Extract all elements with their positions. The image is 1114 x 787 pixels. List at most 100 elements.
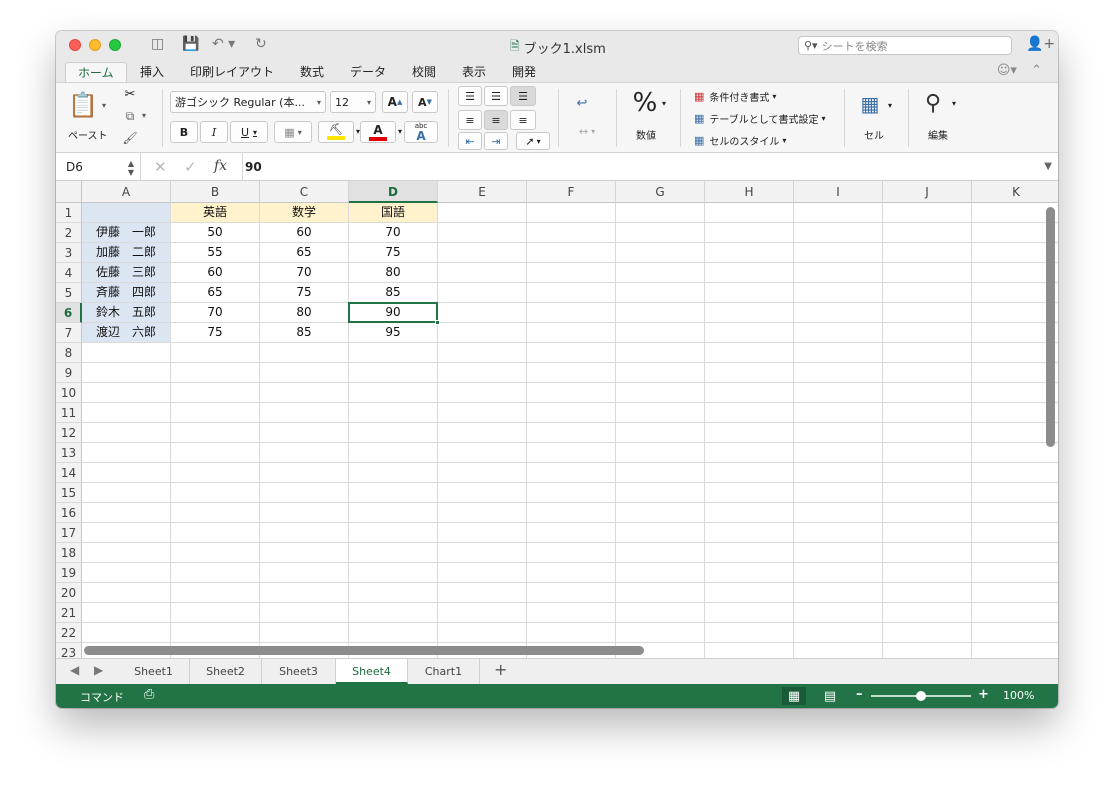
cell-f16[interactable] <box>527 503 616 523</box>
name-box-stepper-icon[interactable]: ▲ ▼ <box>128 153 134 177</box>
cell-g3[interactable] <box>616 243 705 263</box>
cell-j13[interactable] <box>883 443 972 463</box>
cell-k15[interactable] <box>972 483 1058 503</box>
tab-view[interactable]: 表示 <box>450 62 498 83</box>
tab-page-layout[interactable]: 印刷レイアウト <box>178 62 286 83</box>
cell-b12[interactable] <box>171 423 260 443</box>
cell-f3[interactable] <box>527 243 616 263</box>
cell-j10[interactable] <box>883 383 972 403</box>
cell-f1[interactable] <box>527 203 616 223</box>
cell-d8[interactable] <box>349 343 438 363</box>
cell-j21[interactable] <box>883 603 972 623</box>
find-magnifier-icon[interactable]: ⚲ <box>918 87 948 119</box>
column-header-d[interactable]: D <box>349 181 438 203</box>
percent-icon[interactable]: % <box>628 87 662 119</box>
cell-i7[interactable] <box>794 323 883 343</box>
row-header-3[interactable]: 3 <box>56 243 82 263</box>
smiley-feedback-icon[interactable]: ☺▾ <box>997 63 1017 78</box>
cell-c22[interactable] <box>260 623 349 643</box>
row-header-1[interactable]: 1 <box>56 203 82 223</box>
cell-b2[interactable]: 50 <box>171 223 260 243</box>
formula-cancel-icon[interactable]: ✕ <box>154 158 167 176</box>
cell-e4[interactable] <box>438 263 527 283</box>
row-header-7[interactable]: 7 <box>56 323 82 343</box>
cell-h2[interactable] <box>705 223 794 243</box>
cell-g8[interactable] <box>616 343 705 363</box>
cell-g6[interactable] <box>616 303 705 323</box>
sheet-search-input[interactable]: ⚲▾ シートを検索 <box>798 36 1012 55</box>
cell-h22[interactable] <box>705 623 794 643</box>
cell-f12[interactable] <box>527 423 616 443</box>
row-header-23[interactable]: 23 <box>56 643 82 658</box>
cell-i12[interactable] <box>794 423 883 443</box>
cell-b19[interactable] <box>171 563 260 583</box>
cell-g13[interactable] <box>616 443 705 463</box>
cell-b1[interactable]: 英語 <box>171 203 260 223</box>
cell-h3[interactable] <box>705 243 794 263</box>
cell-h11[interactable] <box>705 403 794 423</box>
cell-k14[interactable] <box>972 463 1058 483</box>
cell-a9[interactable] <box>82 363 171 383</box>
row-header-9[interactable]: 9 <box>56 363 82 383</box>
cell-d20[interactable] <box>349 583 438 603</box>
cell-k22[interactable] <box>972 623 1058 643</box>
row-header-14[interactable]: 14 <box>56 463 82 483</box>
tab-review[interactable]: 校閲 <box>400 62 448 83</box>
chevron-down-icon[interactable]: ▾ <box>952 99 956 108</box>
cell-e1[interactable] <box>438 203 527 223</box>
cell-d22[interactable] <box>349 623 438 643</box>
cell-i19[interactable] <box>794 563 883 583</box>
cell-h21[interactable] <box>705 603 794 623</box>
row-header-11[interactable]: 11 <box>56 403 82 423</box>
cell-c1[interactable]: 数学 <box>260 203 349 223</box>
cell-j5[interactable] <box>883 283 972 303</box>
cell-j9[interactable] <box>883 363 972 383</box>
save-icon[interactable]: 💾 <box>182 36 199 52</box>
cell-h5[interactable] <box>705 283 794 303</box>
minimize-window-button[interactable] <box>89 39 101 51</box>
cell-a7[interactable]: 渡辺 六郎 <box>82 323 171 343</box>
cell-d12[interactable] <box>349 423 438 443</box>
cell-c14[interactable] <box>260 463 349 483</box>
bold-button[interactable]: B <box>170 121 198 143</box>
cell-a22[interactable] <box>82 623 171 643</box>
cell-c11[interactable] <box>260 403 349 423</box>
row-header-2[interactable]: 2 <box>56 223 82 243</box>
conditional-format-button[interactable]: ▦ 条件付き書式 ▾ <box>694 87 776 105</box>
cell-j7[interactable] <box>883 323 972 343</box>
expand-formula-bar-icon[interactable]: ▼ <box>1044 161 1052 172</box>
wrap-text-icon[interactable]: ↩ <box>570 93 594 113</box>
zoom-in-icon[interactable]: + <box>978 687 989 702</box>
merge-center-icon[interactable]: ↔ ▾ <box>570 121 604 141</box>
cell-h1[interactable] <box>705 203 794 223</box>
cell-d15[interactable] <box>349 483 438 503</box>
cell-j2[interactable] <box>883 223 972 243</box>
sheet-tab-sheet1[interactable]: Sheet1 <box>118 659 190 684</box>
cells-icon[interactable]: ▦ <box>856 89 884 119</box>
close-window-button[interactable] <box>69 39 81 51</box>
underline-button[interactable]: U ▾ <box>230 121 268 143</box>
cell-a5[interactable]: 斉藤 四郎 <box>82 283 171 303</box>
cell-g5[interactable] <box>616 283 705 303</box>
cell-k23[interactable] <box>972 643 1058 658</box>
cell-i16[interactable] <box>794 503 883 523</box>
cell-e9[interactable] <box>438 363 527 383</box>
cell-j19[interactable] <box>883 563 972 583</box>
cell-g14[interactable] <box>616 463 705 483</box>
cell-f10[interactable] <box>527 383 616 403</box>
cell-i14[interactable] <box>794 463 883 483</box>
align-middle-button[interactable]: ☰ <box>484 86 508 106</box>
font-size-select[interactable]: 12 ▾ <box>330 91 376 113</box>
cell-c19[interactable] <box>260 563 349 583</box>
cell-i10[interactable] <box>794 383 883 403</box>
cell-i11[interactable] <box>794 403 883 423</box>
cell-d10[interactable] <box>349 383 438 403</box>
column-header-a[interactable]: A <box>82 181 171 203</box>
align-right-button[interactable]: ≡ <box>510 110 536 130</box>
cell-i21[interactable] <box>794 603 883 623</box>
align-center-button[interactable]: ≡ <box>484 110 508 130</box>
cell-b5[interactable]: 65 <box>171 283 260 303</box>
cell-b10[interactable] <box>171 383 260 403</box>
cell-j8[interactable] <box>883 343 972 363</box>
cell-f11[interactable] <box>527 403 616 423</box>
